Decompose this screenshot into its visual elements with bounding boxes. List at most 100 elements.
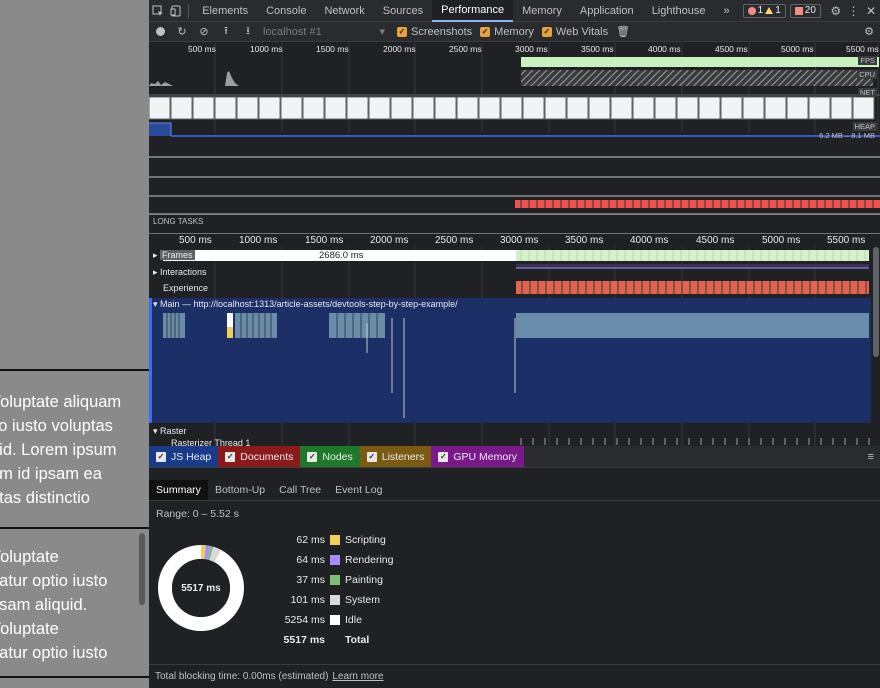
page-text-block-2: Voluptate riatur optio iusto psam aliqui… bbox=[0, 545, 149, 675]
overview-tick: 3000 ms bbox=[515, 44, 548, 54]
main-thread-label[interactable]: ▾ Main — http://localhost:1313/article-a… bbox=[153, 299, 458, 310]
page-text-line: riatur optio iusto bbox=[0, 644, 108, 662]
timeline-tick: 1500 ms bbox=[305, 235, 344, 246]
issue-flag-icon bbox=[794, 6, 803, 15]
reload-record-icon[interactable]: ↻ bbox=[171, 22, 193, 42]
issues-badge[interactable]: 1 1 bbox=[742, 3, 786, 18]
drawer-menu-icon[interactable]: ≡ bbox=[868, 446, 880, 467]
tab-performance[interactable]: Performance bbox=[432, 0, 514, 22]
raster-track-label[interactable]: ▾ Raster bbox=[153, 426, 187, 437]
timeline-overview[interactable]: 500 ms 1000 ms 1500 ms 2000 ms 2500 ms 3… bbox=[149, 43, 880, 226]
summary-row-rendering: 64 ms Rendering bbox=[296, 554, 394, 566]
tab-event-log[interactable]: Event Log bbox=[328, 480, 389, 500]
summary-footer: Total blocking time: 0.00ms (estimated) … bbox=[149, 664, 880, 688]
timeline-tick: 5000 ms bbox=[762, 235, 801, 246]
target-select[interactable]: localhost #1 ▾ bbox=[259, 24, 389, 40]
gpu-memory-toggle[interactable]: ✓ GPU Memory bbox=[431, 446, 524, 467]
heap-label: HEAP bbox=[852, 122, 877, 131]
device-toolbar-icon[interactable] bbox=[167, 0, 185, 22]
memory-checkbox[interactable]: ✓ Memory bbox=[480, 26, 534, 38]
page-text-line: am id ipsam ea bbox=[0, 465, 102, 483]
timeline-tick: 500 ms bbox=[179, 235, 212, 246]
summary-row-total: 5517 ms Total bbox=[283, 634, 370, 646]
overview-tick: 4000 ms bbox=[648, 44, 681, 54]
page-text-line: ptas distinctio bbox=[0, 489, 90, 507]
page-content: Voluptate aliquam tio iusto voluptas uid… bbox=[0, 0, 149, 688]
overview-tick: 5000 ms bbox=[781, 44, 814, 54]
timeline-tick: 2000 ms bbox=[370, 235, 409, 246]
total-blocking-time: Total blocking time: 0.00ms (estimated) bbox=[155, 671, 329, 682]
timeline-tick: 3500 ms bbox=[565, 235, 604, 246]
tab-elements[interactable]: Elements bbox=[193, 0, 257, 22]
close-icon[interactable]: ✕ bbox=[862, 0, 880, 22]
trash-icon[interactable]: 🗑 bbox=[612, 22, 634, 42]
timeline-tick: 4500 ms bbox=[696, 235, 735, 246]
frames-duration: 2686.0 ms bbox=[319, 250, 364, 261]
interactions-track-label[interactable]: ▸ Interactions bbox=[153, 267, 207, 278]
error-count: 1 bbox=[757, 5, 764, 16]
capture-settings-icon[interactable]: ⚙ bbox=[858, 22, 880, 42]
more-options-icon[interactable]: ⋮ bbox=[845, 0, 863, 22]
page-divider bbox=[0, 676, 149, 678]
timeline-tick: 1000 ms bbox=[239, 235, 278, 246]
tab-summary[interactable]: Summary bbox=[149, 480, 208, 500]
screenshots-checkbox[interactable]: ✓ Screenshots bbox=[397, 26, 472, 38]
warning-icon bbox=[765, 7, 774, 14]
settings-gear-icon[interactable]: ⚙ bbox=[827, 0, 845, 22]
download-profile-icon[interactable]: ⭳ bbox=[237, 22, 259, 42]
overview-tick: 4500 ms bbox=[715, 44, 748, 54]
documents-toggle[interactable]: ✓ Documents bbox=[218, 446, 301, 467]
summary-row-painting: 37 ms Painting bbox=[296, 574, 383, 586]
tab-network[interactable]: Network bbox=[315, 0, 373, 22]
tab-memory[interactable]: Memory bbox=[513, 0, 571, 22]
chevron-down-icon: ▾ bbox=[379, 26, 385, 38]
overview-tick: 500 ms bbox=[188, 44, 216, 54]
learn-more-link[interactable]: Learn more bbox=[332, 671, 383, 682]
page-divider bbox=[0, 527, 149, 529]
target-select-value: localhost #1 bbox=[263, 25, 322, 38]
page-text-line: psam aliquid. bbox=[0, 596, 88, 614]
js-heap-toggle[interactable]: ✓ JS Heap bbox=[149, 446, 219, 467]
page-text-line: uid. Lorem ipsum bbox=[0, 441, 117, 459]
tab-call-tree[interactable]: Call Tree bbox=[272, 480, 328, 500]
overview-tick: 5500 ms bbox=[846, 44, 879, 54]
tab-bottom-up[interactable]: Bottom-Up bbox=[208, 480, 272, 500]
issue-count: 20 bbox=[804, 5, 816, 16]
page-text-block-1: Voluptate aliquam tio iusto voluptas uid… bbox=[0, 390, 149, 510]
clear-icon[interactable]: ⊘ bbox=[193, 22, 215, 42]
heap-range: 6.2 MB – 8.1 MB bbox=[819, 131, 875, 140]
nodes-toggle[interactable]: ✓ Nodes bbox=[300, 446, 360, 467]
performance-toolbar: ↻ ⊘ ⭱ ⭳ localhost #1 ▾ ✓ Screenshots ✓ Mem… bbox=[149, 22, 880, 42]
error-icon bbox=[747, 6, 756, 15]
timeline-flamechart[interactable]: 500 ms 1000 ms 1500 ms 2000 ms 2500 ms 3… bbox=[149, 233, 880, 448]
net-label: NET bbox=[858, 88, 877, 97]
long-tasks-label: LONG TASKS bbox=[153, 217, 204, 226]
web-vitals-checkbox[interactable]: ✓ Web Vitals bbox=[541, 26, 608, 38]
fps-label: FPS bbox=[858, 56, 877, 65]
tab-console[interactable]: Console bbox=[257, 0, 315, 22]
listeners-toggle[interactable]: ✓ Listeners bbox=[359, 446, 432, 467]
overview-tick: 2500 ms bbox=[449, 44, 482, 54]
page-scrollbar[interactable] bbox=[139, 533, 145, 605]
page-text-line: riatur optio iusto bbox=[0, 572, 108, 590]
experience-track-label: Experience bbox=[163, 283, 209, 293]
devtools-tab-bar: Elements Console Network Sources Perform… bbox=[149, 0, 880, 22]
summary-row-idle: 5254 ms Idle bbox=[284, 614, 362, 626]
frames-track-label[interactable]: ▸ Frames bbox=[153, 250, 195, 261]
overview-tick: 3500 ms bbox=[581, 44, 614, 54]
details-panel: Summary Bottom-Up Call Tree Event Log Ra… bbox=[149, 468, 880, 688]
tab-application[interactable]: Application bbox=[571, 0, 643, 22]
tab-lighthouse[interactable]: Lighthouse bbox=[643, 0, 715, 22]
tab-sources[interactable]: Sources bbox=[374, 0, 432, 22]
page-text-line: Voluptate bbox=[0, 620, 59, 638]
issues-count-badge[interactable]: 20 bbox=[789, 3, 821, 18]
overview-tick: 2000 ms bbox=[383, 44, 416, 54]
record-button[interactable] bbox=[149, 22, 171, 42]
page-divider bbox=[0, 369, 149, 371]
overview-tick: 1500 ms bbox=[316, 44, 349, 54]
more-tabs-button[interactable]: » bbox=[715, 0, 739, 22]
summary-row-scripting: 62 ms Scripting bbox=[296, 534, 386, 546]
inspect-element-icon[interactable] bbox=[149, 0, 167, 22]
devtools-panel: Elements Console Network Sources Perform… bbox=[149, 0, 880, 688]
upload-profile-icon[interactable]: ⭱ bbox=[215, 22, 237, 42]
